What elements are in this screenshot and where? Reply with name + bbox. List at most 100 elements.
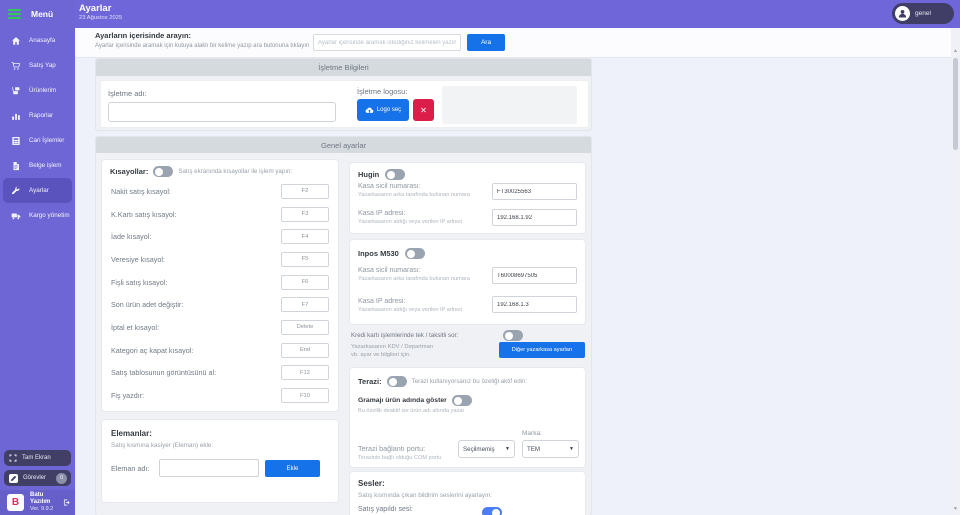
scale-gram-label: Gramajı ürün adında göster [358,397,447,404]
scale-toggle[interactable] [387,376,407,387]
sidebar-item-raporlar[interactable]: Raporlar [3,103,72,128]
sounds-caption: Satış kısmında çıkan bildirim seslerini … [358,492,492,499]
creditcard-caption-2: vb. ayar ve bilgileri için. [351,352,411,358]
scrollbar-thumb[interactable] [953,58,958,150]
inpos-serial-input[interactable] [492,267,577,284]
scale-title: Terazi: [358,377,382,386]
shortcut-label: İade kısayol: [111,232,151,241]
shortcuts-box: Kısayollar: Satış ekranında kısayollar i… [101,159,339,412]
sidebar-item-belge-islem[interactable]: Belge işlem [3,153,72,178]
products-icon [11,86,21,96]
fullscreen-button[interactable]: Tam Ekran [4,450,71,466]
business-card-header: İşletme Bilgileri [96,59,591,76]
sidebar-item-urunlerim[interactable]: Ürünlerim [3,78,72,103]
scale-box: Terazi: Terazi kullanıyorsanız bu özeliğ… [349,367,586,468]
brand-name: Batu Yazılım [30,492,57,506]
app-root: Ayarlar 23 Ağustos 2025 genel Menü Anasa… [0,0,960,515]
brand-logo: B [7,494,24,511]
shortcut-row: İptal et kısayol: Delete [102,316,338,339]
scale-port-select[interactable]: Seçilmemiş▼ [458,440,515,458]
shortcut-key-input[interactable]: F12 [281,365,329,380]
business-card-body: İşletme adı: İşletme logosu: Logo seç ✕ [100,80,589,128]
shortcut-key-input[interactable]: End [281,343,329,358]
inpos-serial-field: Kasa sicil numarası: Yazarkasanın arka t… [358,267,470,282]
other-register-settings-button[interactable]: Diğer yazarkasa ayarları [499,342,585,358]
search-input[interactable] [313,34,461,51]
business-logo-label: İşletme logosu: [357,87,407,96]
scroll-up-icon[interactable]: ▲ [951,48,960,54]
document-icon [11,161,21,171]
general-card-header: Genel ayarlar [96,137,591,153]
scroll-down-icon[interactable]: ▼ [951,506,960,512]
logo-preview-box [442,86,577,124]
staff-name-input[interactable] [159,459,259,477]
scale-port-label: Terazi bağlantı portu: [358,444,425,453]
inpos-ip-field: Kasa IP adresi: Yazarkasanın aldığı veya… [358,298,462,313]
business-name-label: İşletme adı: [108,89,147,98]
search-button[interactable]: Ara [467,34,505,51]
vertical-scrollbar[interactable]: ▲ ▼ [951,28,960,515]
tasks-label: Görevler [23,475,46,481]
sidebar-item-cari-islemler[interactable]: Cari İşlemler [3,128,72,153]
shortcut-rows: Nakit satış kısayol: F2 K.Kartı satış kı… [102,180,338,407]
shortcut-key-input[interactable]: F10 [281,388,329,403]
hugin-ip-caption: Yazarkasanın aldığı veya verilen IP adre… [358,219,462,225]
page-date: 23 Ağustos 2025 [79,15,122,21]
shortcut-key-input[interactable]: F4 [281,229,329,244]
sounds-box: Sesler: Satış kısmında çıkan bildirim se… [349,471,586,515]
home-icon [11,36,21,46]
scale-brand-label: Marka: [522,430,542,437]
hugin-toggle[interactable] [385,169,405,180]
user-menu-button[interactable]: genel [892,3,954,24]
shortcut-key-input[interactable]: F7 [281,297,329,312]
sidebar-header: Menü [0,0,75,28]
sidebar-item-anasayfa[interactable]: Anasayfa [3,28,72,53]
sidebar: Menü Anasayfa Satış Yap Ürünlerim Raporl… [0,0,75,515]
creditcard-caption-1: Yazarkasanın KDV / Departman [351,344,433,350]
chart-icon [11,111,21,121]
shortcut-label: Veresiye kısayol: [111,255,165,264]
shortcut-row: Satış tablosunun görüntüsünü al: F12 [102,362,338,385]
scale-port-caption: Terazinin bağlı olduğu COM portu [358,455,441,461]
sounds-first-row-toggle[interactable] [482,507,502,515]
shortcut-key-input[interactable]: F5 [281,252,329,267]
logo-select-button[interactable]: Logo seç [357,99,409,121]
topbar: Ayarlar 23 Ağustos 2025 genel [0,0,960,28]
sidebar-menu: Anasayfa Satış Yap Ürünlerim Raporlar Ca… [0,28,75,228]
logout-icon[interactable] [63,498,70,507]
staff-title: Elemanlar: [111,429,152,438]
inpos-ip-input[interactable] [492,296,577,313]
tasks-button[interactable]: Görevler 0 [4,470,71,486]
inpos-toggle[interactable] [405,248,425,259]
scale-gram-toggle[interactable] [452,395,472,406]
shortcut-key-input[interactable]: F2 [281,184,329,199]
truck-icon [11,211,21,221]
shortcut-label: Nakit satış kısayol: [111,187,171,196]
shortcut-key-input[interactable]: F3 [281,207,329,222]
creditcard-toggle[interactable] [503,330,523,341]
shortcut-label: Kategori aç kapat kısayol: [111,346,193,355]
shortcuts-toggle[interactable] [153,166,173,177]
settings-search-bar: Ayarların içerisinde arayın: Ayarlar içe… [75,28,951,58]
hugin-ip-input[interactable] [492,209,577,226]
logo-remove-button[interactable]: ✕ [413,99,434,121]
sidebar-item-kargo-yonetim[interactable]: Kargo yönetim [3,203,72,228]
scale-brand-select[interactable]: TEM▼ [522,440,579,458]
user-avatar-icon [895,6,910,21]
hugin-serial-input[interactable] [492,183,577,200]
shortcut-row: Fişli satış kısayol: F6 [102,271,338,294]
search-heading: Ayarların içerisinde arayın: [95,31,191,40]
shortcut-key-input[interactable]: F6 [281,275,329,290]
staff-add-button[interactable]: Ekle [265,460,320,477]
user-label: genel [915,10,931,17]
shortcut-key-input[interactable]: Delete [281,320,329,335]
hamburger-menu-icon[interactable] [8,9,21,19]
sidebar-item-ayarlar[interactable]: Ayarlar [3,178,72,203]
shortcut-label: Satış tablosunun görüntüsünü al: [111,368,216,377]
sidebar-item-satis-yap[interactable]: Satış Yap [3,53,72,78]
search-caption: Ayarlar içerisinde aramak için kutuya al… [95,43,309,49]
shortcut-label: K.Kartı satış kısayol: [111,210,177,219]
business-name-input[interactable] [108,102,336,122]
inpos-serial-label: Kasa sicil numarası: [358,267,470,274]
inpos-ip-label: Kasa IP adresi: [358,298,462,305]
